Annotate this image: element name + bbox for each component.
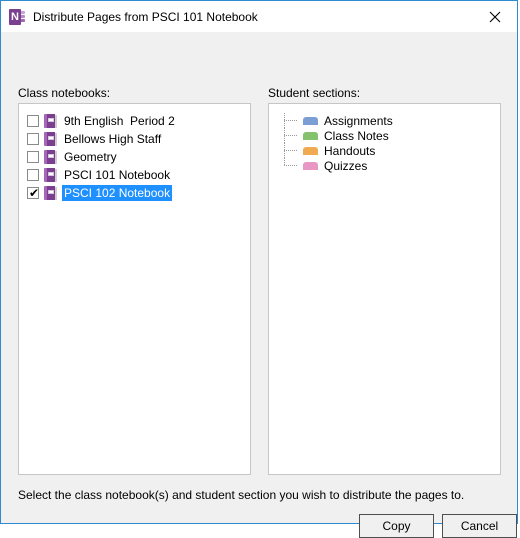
notebook-icon <box>44 168 57 182</box>
student-sections-label: Student sections: <box>268 86 361 100</box>
section-item-label: Quizzes <box>324 158 368 173</box>
notebook-checkbox[interactable] <box>27 151 39 163</box>
section-tab-icon <box>303 146 318 155</box>
class-notebooks-list: 9th English Period 2 Bellows High Staff Ge… <box>19 104 250 202</box>
section-list-item[interactable]: Class Notes <box>269 128 500 143</box>
instruction-text: Select the class notebook(s) and student… <box>18 488 465 502</box>
cancel-button[interactable]: Cancel <box>442 514 517 538</box>
notebook-icon <box>44 132 57 146</box>
notebook-item-label: PSCI 101 Notebook <box>64 168 171 182</box>
section-tab-icon <box>303 116 318 125</box>
student-sections-listbox[interactable]: Assignments Class Notes Handouts Quizzes <box>268 103 501 475</box>
notebook-icon <box>44 186 57 200</box>
notebook-checkbox[interactable] <box>27 169 39 181</box>
section-item-label: Class Notes <box>324 128 389 143</box>
tree-line <box>281 158 303 173</box>
class-notebooks-label: Class notebooks: <box>18 86 111 100</box>
title-bar: N Distribute Pages from PSCI 101 Noteboo… <box>1 1 517 32</box>
notebook-icon <box>44 150 57 164</box>
student-sections-list: Assignments Class Notes Handouts Quizzes <box>269 104 500 173</box>
tree-line <box>281 143 303 158</box>
notebook-list-item[interactable]: Bellows High Staff <box>19 130 250 148</box>
notebook-list-item[interactable]: ✔ PSCI 102 Notebook <box>19 184 250 202</box>
notebook-checkbox[interactable]: ✔ <box>27 186 40 200</box>
notebook-list-item[interactable]: Geometry <box>19 148 250 166</box>
section-tab-icon <box>303 131 318 140</box>
section-list-item[interactable]: Assignments <box>269 113 500 128</box>
notebook-checkbox[interactable] <box>27 115 39 127</box>
section-list-item[interactable]: Handouts <box>269 143 500 158</box>
tree-line <box>281 128 303 143</box>
copy-button[interactable]: Copy <box>359 514 434 538</box>
section-item-label: Handouts <box>324 143 376 158</box>
dialog-body: Class notebooks: Student sections: 9th E… <box>1 32 517 538</box>
notebook-item-label: 9th English Period 2 <box>64 114 175 128</box>
section-item-label: Assignments <box>324 113 393 128</box>
notebook-checkbox[interactable] <box>27 133 39 145</box>
notebook-item-label: Bellows High Staff <box>64 132 162 146</box>
window-title: Distribute Pages from PSCI 101 Notebook <box>33 9 258 24</box>
notebook-list-item[interactable]: PSCI 101 Notebook <box>19 166 250 184</box>
section-tab-icon <box>303 161 318 170</box>
close-icon[interactable] <box>472 2 517 32</box>
class-notebooks-listbox[interactable]: 9th English Period 2 Bellows High Staff Ge… <box>18 103 251 475</box>
notebook-icon <box>44 114 57 128</box>
notebook-item-label: PSCI 102 Notebook <box>62 185 173 201</box>
section-list-item[interactable]: Quizzes <box>269 158 500 173</box>
checkmark-icon: ✔ <box>28 186 40 200</box>
distribute-pages-dialog: N Distribute Pages from PSCI 101 Noteboo… <box>0 0 518 538</box>
onenote-icon: N <box>9 8 25 25</box>
tree-line <box>281 113 303 128</box>
onenote-icon-letter: N <box>11 10 19 23</box>
notebook-item-label: Geometry <box>64 150 117 164</box>
notebook-list-item[interactable]: 9th English Period 2 <box>19 112 250 130</box>
